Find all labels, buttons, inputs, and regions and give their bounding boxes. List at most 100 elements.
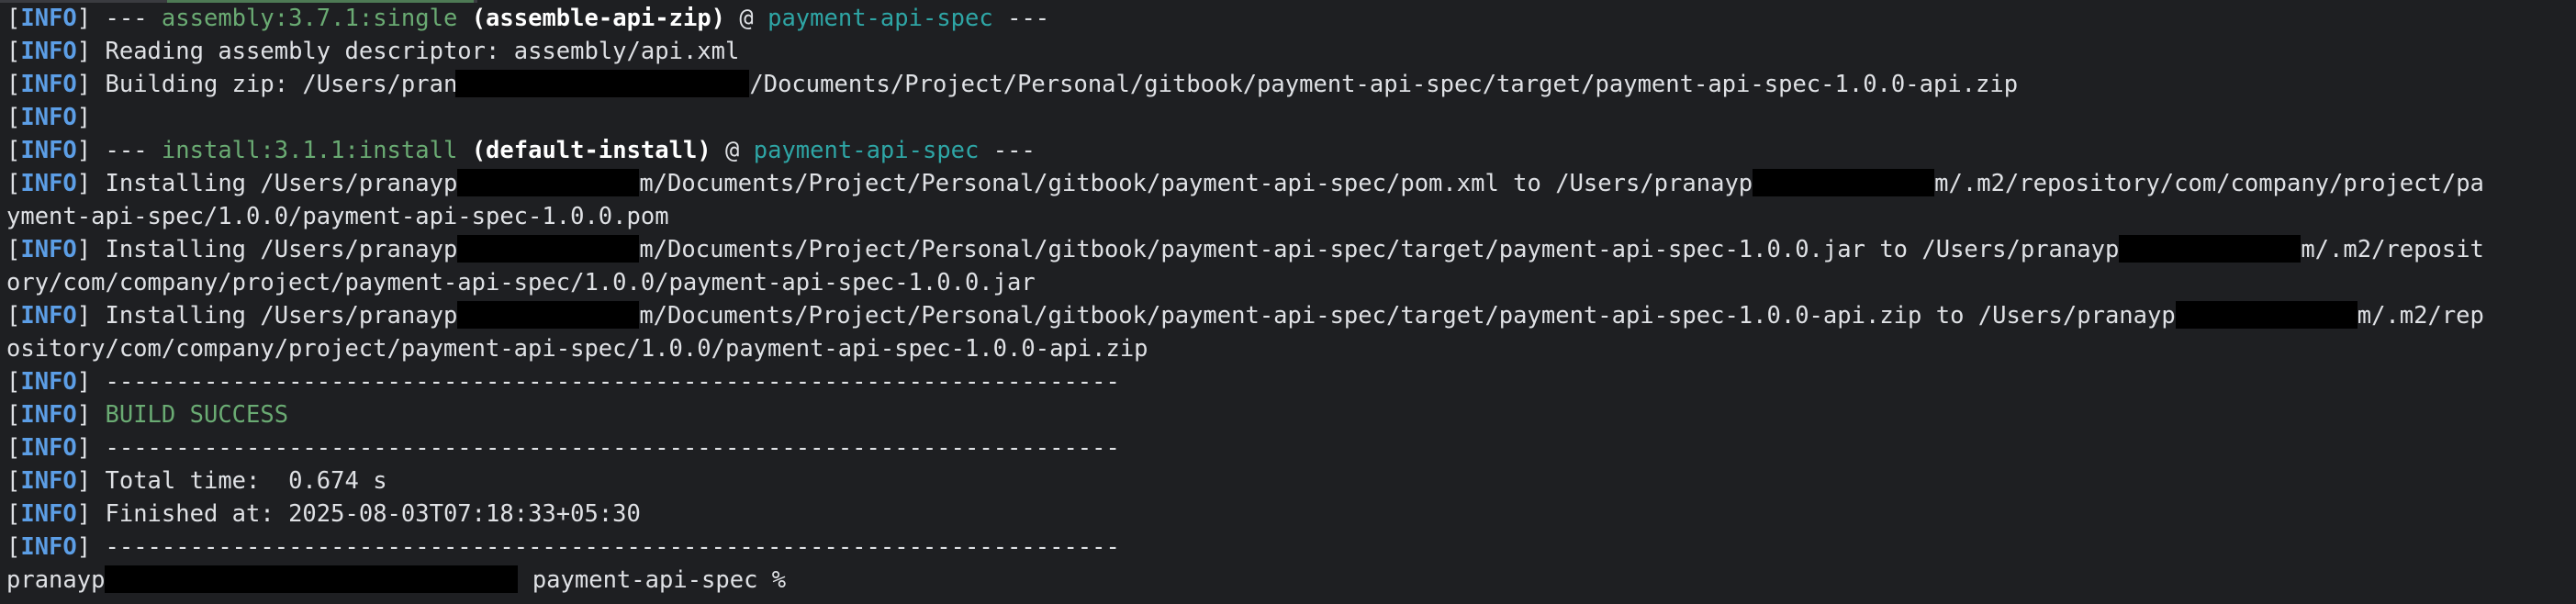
log-text: Total time: 0.674 s xyxy=(105,467,387,495)
bracket-close: ] xyxy=(76,401,106,429)
log-line: yment-api-spec/1.0.0/payment-api-spec-1.… xyxy=(6,200,2484,233)
execution-id: (assemble-api-zip) xyxy=(471,5,726,32)
shell-prompt: pranayp payment-api-spec % xyxy=(6,564,2484,597)
separator-dashes: --- xyxy=(992,5,1050,32)
bracket-open: [ xyxy=(6,71,21,98)
bracket-close: ] xyxy=(76,236,106,263)
log-text: Installing /Users/pranayp xyxy=(105,236,458,263)
info-label: INFO xyxy=(20,5,77,32)
log-text: m/Documents/Project/Personal/gitbook/pay… xyxy=(639,236,2120,263)
log-text: m/Documents/Project/Personal/gitbook/pay… xyxy=(639,170,1753,197)
log-line: ository/com/company/project/payment-api-… xyxy=(6,332,2484,365)
bracket-close: ] xyxy=(76,467,106,495)
redaction-block xyxy=(2119,235,2302,263)
log-line: [INFO] Installing /Users/pranayp m/Docume… xyxy=(6,233,2484,266)
bracket-open: [ xyxy=(6,467,21,495)
log-text: Installing /Users/pranayp xyxy=(105,170,458,197)
project-name: payment-api-spec xyxy=(753,137,980,164)
bracket-open: [ xyxy=(6,401,21,429)
log-line: [INFO] Reading assembly descriptor: asse… xyxy=(6,35,2484,68)
bracket-open: [ xyxy=(6,434,21,462)
log-line: [INFO] Building zip: /Users/pranayp/Docu… xyxy=(6,68,2484,101)
log-text: Installing /Users/pranayp xyxy=(105,302,458,330)
project-name: payment-api-spec xyxy=(767,5,993,32)
log-line-continuation: yment-api-spec/1.0.0/payment-api-spec-1.… xyxy=(6,203,669,230)
log-text: m/Documents/Project/Personal/gitbook/pay… xyxy=(639,302,2176,330)
bracket-open: [ xyxy=(6,170,21,197)
info-label: INFO xyxy=(20,71,77,98)
log-line: [INFO] Installing /Users/pranayp m/Docume… xyxy=(6,299,2484,332)
bracket-close: ] xyxy=(76,368,106,396)
bracket-close: ] xyxy=(76,137,106,164)
log-line: [INFO] ---------------------------------… xyxy=(6,431,2484,464)
at-sign: @ xyxy=(711,137,754,164)
redaction-block xyxy=(457,301,640,329)
info-label: INFO xyxy=(20,500,77,528)
redaction-block xyxy=(105,565,519,593)
terminal-window[interactable]: [INFO] --- assembly:3.7.1:single (assemb… xyxy=(0,0,2576,604)
log-text: Building zip: /Users/pranayp xyxy=(105,71,500,98)
info-label: INFO xyxy=(20,38,77,65)
execution-id: (default-install) xyxy=(471,137,711,164)
plugin-goal: assembly:3.7.1:single xyxy=(161,5,458,32)
prompt-user: pranayp xyxy=(6,566,106,594)
info-label: INFO xyxy=(20,401,77,429)
info-label: INFO xyxy=(20,368,77,396)
bracket-close: ] xyxy=(76,434,106,462)
redaction-block xyxy=(1753,169,1935,196)
log-text: m/.m2/repository/com/company/project/pa xyxy=(1934,170,2484,197)
redaction-block xyxy=(457,169,640,196)
bracket-close: ] xyxy=(76,533,106,561)
log-line: [INFO] ---------------------------------… xyxy=(6,365,2484,398)
log-text: /Documents/Project/Personal/gitbook/paym… xyxy=(749,71,2019,98)
bracket-open: [ xyxy=(6,236,21,263)
info-label: INFO xyxy=(20,137,77,164)
info-label: INFO xyxy=(20,236,77,263)
at-sign: @ xyxy=(725,5,768,32)
log-line: [INFO] Finished at: 2025-08-03T07:18:33+… xyxy=(6,498,2484,531)
info-label: INFO xyxy=(20,104,77,131)
bracket-open: [ xyxy=(6,533,21,561)
redaction-block xyxy=(455,70,750,97)
log-text: Reading assembly descriptor: assembly/ap… xyxy=(105,38,740,65)
bracket-close: ] xyxy=(76,104,106,131)
log-line: [INFO] --- install:3.1.1:install (defaul… xyxy=(6,134,2484,167)
log-text: Finished at: 2025-08-03T07:18:33+05:30 xyxy=(105,500,641,528)
bracket-close: ] xyxy=(76,170,106,197)
log-text: ----------------------------------------… xyxy=(105,533,1120,561)
bracket-close: ] xyxy=(76,302,106,330)
bracket-open: [ xyxy=(6,302,21,330)
log-text: m/.m2/reposit xyxy=(2301,236,2484,263)
log-line: ory/com/company/project/payment-api-spec… xyxy=(6,266,2484,299)
log-line: [INFO] xyxy=(6,101,2484,134)
bracket-open: [ xyxy=(6,5,21,32)
separator-dashes: --- xyxy=(105,5,162,32)
bracket-close: ] xyxy=(76,71,106,98)
log-line: [INFO] ---------------------------------… xyxy=(6,531,2484,564)
log-text: ----------------------------------------… xyxy=(105,368,1120,396)
redaction-block xyxy=(457,235,640,263)
plugin-goal: install:3.1.1:install xyxy=(161,137,458,164)
terminal-output: [INFO] --- assembly:3.7.1:single (assemb… xyxy=(6,2,2484,597)
log-line: [INFO] --- assembly:3.7.1:single (assemb… xyxy=(6,2,2484,35)
info-label: INFO xyxy=(20,302,77,330)
log-text: ----------------------------------------… xyxy=(105,434,1120,462)
redaction-block xyxy=(2175,301,2358,329)
separator-dashes: --- xyxy=(105,137,162,164)
build-success-text: BUILD SUCCESS xyxy=(105,401,289,429)
info-label: INFO xyxy=(20,467,77,495)
bracket-close: ] xyxy=(76,5,106,32)
bracket-open: [ xyxy=(6,104,21,131)
log-line: [INFO] Total time: 0.674 s xyxy=(6,464,2484,498)
info-label: INFO xyxy=(20,434,77,462)
log-line: [INFO] BUILD SUCCESS xyxy=(6,398,2484,431)
log-line-continuation: ository/com/company/project/payment-api-… xyxy=(6,335,1148,363)
bracket-open: [ xyxy=(6,38,21,65)
bracket-open: [ xyxy=(6,500,21,528)
log-text: m/.m2/rep xyxy=(2357,302,2484,330)
bracket-open: [ xyxy=(6,368,21,396)
info-label: INFO xyxy=(20,533,77,561)
bracket-close: ] xyxy=(76,500,106,528)
